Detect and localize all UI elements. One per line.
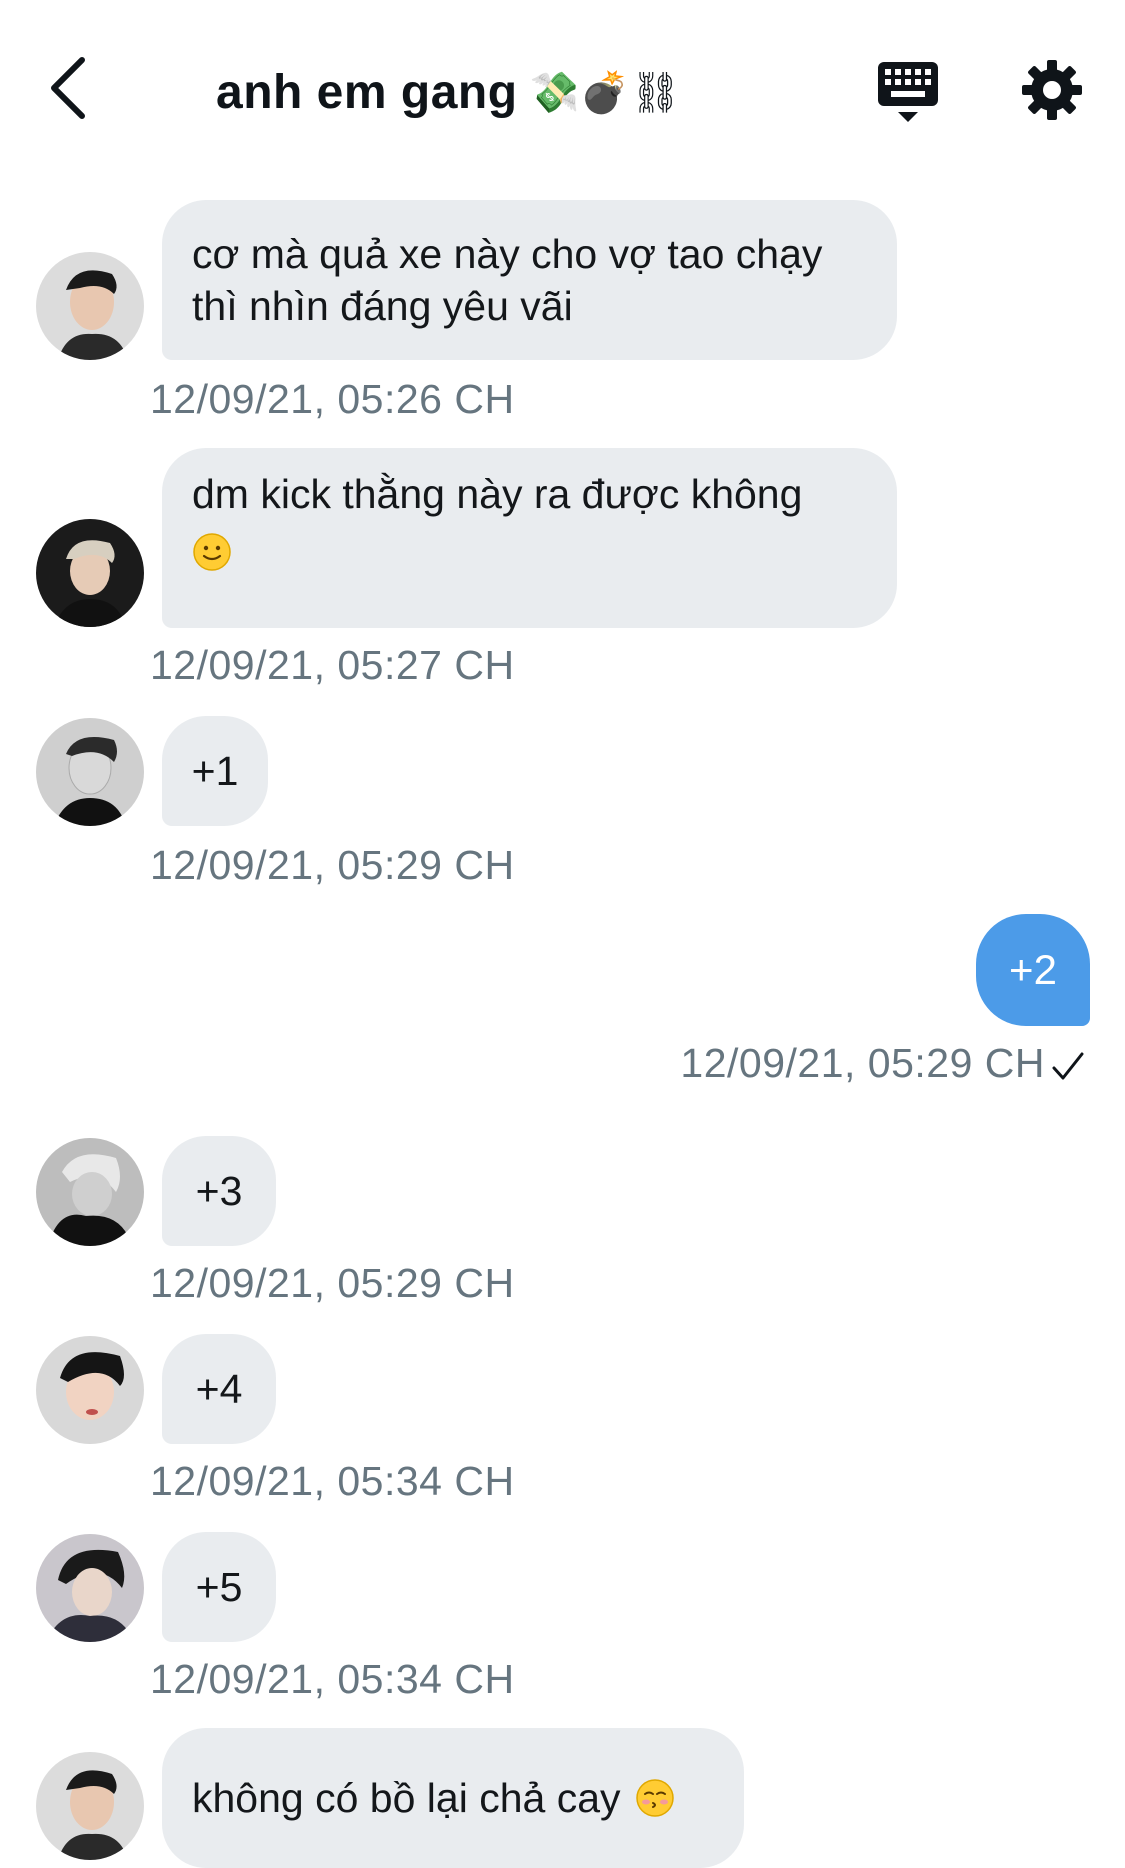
conversation-title-emoji: 💸💣⛓ [529,69,682,116]
message-bubble[interactable]: cơ mà quả xe này cho vợ tao chạy thì nhì… [162,200,897,360]
message-timestamp: 12/09/21, 05:29 CH [150,842,515,888]
avatar-image [36,252,144,360]
avatar-image [36,1534,144,1642]
avatar-image [36,519,144,627]
message-text: dm kick thằng này ra được không [192,471,803,517]
avatar[interactable] [36,718,144,826]
message-text: +3 [195,1168,243,1214]
message-timestamp: 12/09/21, 05:34 CH [150,1656,515,1702]
back-button[interactable] [40,52,96,124]
kissing-face-with-closed-eyes-icon [635,1779,674,1817]
message-bubble[interactable]: không có bồ lại chả cay [162,1728,744,1868]
message-text: +2 [1009,946,1057,993]
avatar-image [36,718,144,826]
message-text: +5 [195,1564,243,1610]
settings-button[interactable] [1020,58,1088,126]
keyboard-icon [878,62,938,122]
message-text: không có bồ lại chả cay [192,1775,621,1821]
avatar[interactable] [36,1138,144,1246]
message-timestamp: 12/09/21, 05:26 CH [150,376,515,422]
message-bubble[interactable]: +1 [162,716,268,826]
message-timestamp: 12/09/21, 05:27 CH [150,642,515,688]
message-bubble[interactable]: dm kick thằng này ra được không [162,448,897,628]
checkmark-icon [1052,1052,1084,1080]
message-bubble[interactable]: +4 [162,1334,276,1444]
chat-header: anh em gang 💸💣⛓ [0,0,1125,180]
chevron-left-icon [51,57,85,119]
message-timestamp: 12/09/21, 05:34 CH [150,1458,515,1504]
message-timestamp: 12/09/21, 05:29 CH [680,1040,1045,1086]
message-bubble[interactable]: +3 [162,1136,276,1246]
conversation-title[interactable]: anh em gang 💸💣⛓ [216,62,681,122]
avatar[interactable] [36,1534,144,1642]
avatar[interactable] [36,252,144,360]
avatar-image [36,1138,144,1246]
message-text: +1 [191,748,239,794]
conversation-title-text: anh em gang [216,65,518,119]
gear-icon [1022,60,1082,120]
message-text: +4 [195,1366,243,1412]
keyboard-button[interactable] [876,58,940,126]
slightly-smiling-face-icon [193,533,231,571]
message-text: cơ mà quả xe này cho vợ tao chạy thì nhì… [192,231,823,329]
message-bubble-outgoing[interactable]: +2 [976,914,1090,1026]
avatar[interactable] [36,519,144,627]
message-timestamp: 12/09/21, 05:29 CH [150,1260,515,1306]
avatar[interactable] [36,1336,144,1444]
message-bubble[interactable]: +5 [162,1532,276,1642]
avatar-image [36,1336,144,1444]
